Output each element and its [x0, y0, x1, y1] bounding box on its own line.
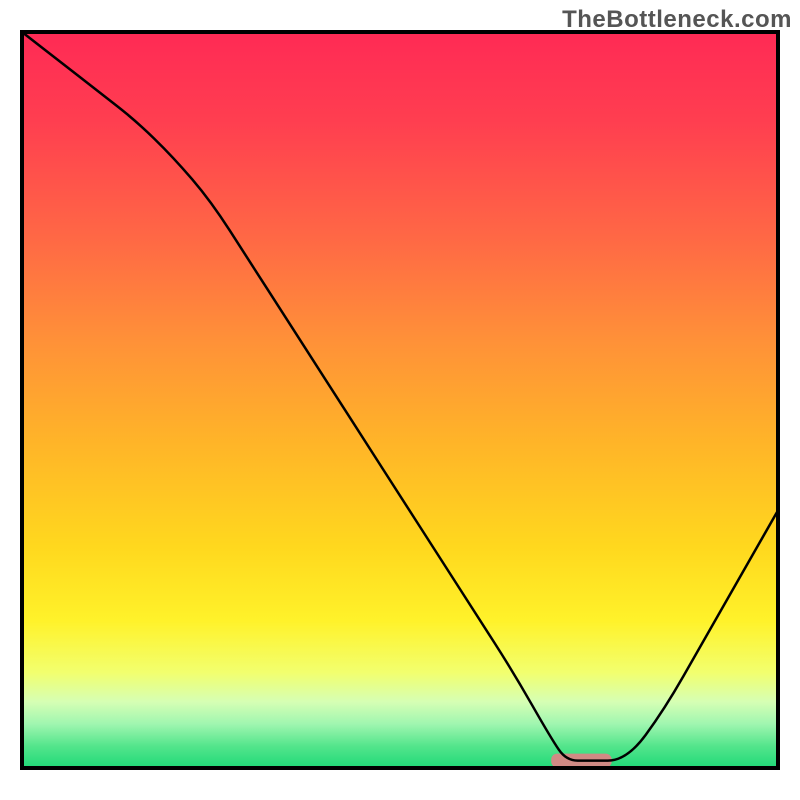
- bottleneck-chart: [0, 0, 800, 800]
- chart-container: TheBottleneck.com: [0, 0, 800, 800]
- plot-background: [22, 32, 778, 768]
- watermark-label: TheBottleneck.com: [562, 6, 792, 34]
